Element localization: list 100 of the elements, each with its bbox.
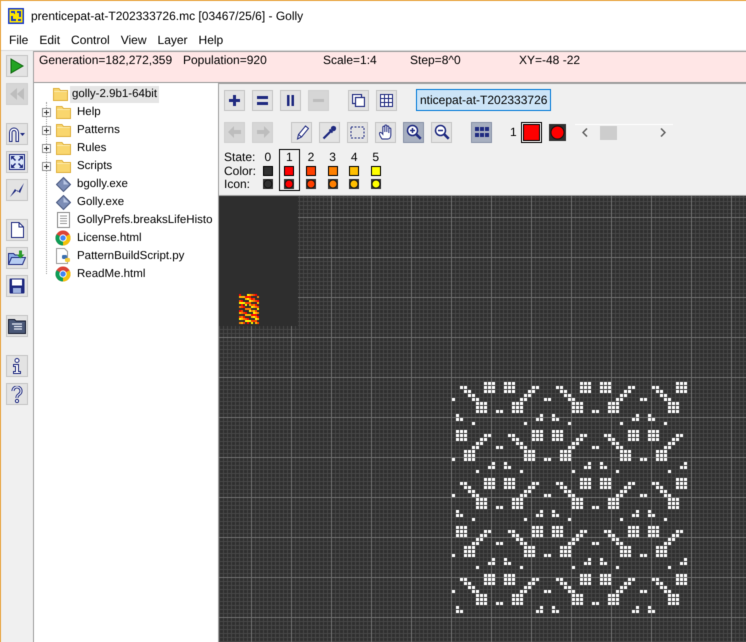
- files-button[interactable]: [6, 315, 28, 337]
- clone-layer-button[interactable]: [252, 90, 273, 110]
- pencil-icon: [294, 124, 308, 140]
- equals-icon: [256, 94, 269, 106]
- arch-dropdown-icon: [8, 126, 26, 142]
- tree-item[interactable]: Rules: [75, 140, 108, 156]
- menu-item[interactable]: Layer: [152, 31, 193, 49]
- duplicate-layer-button[interactable]: [280, 90, 301, 110]
- algorithm-button[interactable]: [6, 123, 28, 145]
- current-state-icon[interactable]: [548, 124, 566, 140]
- tree-item[interactable]: Patterns: [75, 122, 122, 138]
- open-button[interactable]: [6, 247, 28, 269]
- help-icon: [11, 386, 23, 402]
- state-column[interactable]: 3: [322, 149, 344, 191]
- state-column[interactable]: 2: [300, 149, 322, 191]
- tree-item[interactable]: Help: [75, 104, 103, 120]
- app-icon: [8, 8, 24, 24]
- menu-item[interactable]: Control: [66, 31, 115, 49]
- lightning-icon: [9, 182, 25, 198]
- folder-icon: [56, 159, 70, 173]
- help-button[interactable]: [6, 383, 28, 405]
- grid-icon: [380, 94, 393, 106]
- state-row-label: State:: [224, 151, 256, 164]
- menu-item[interactable]: View: [116, 31, 152, 49]
- plus-box-icon[interactable]: [42, 126, 51, 134]
- menu-item[interactable]: Edit: [34, 31, 66, 49]
- state-number: 1: [286, 151, 293, 164]
- tree-item[interactable]: ReadMe.html: [75, 266, 148, 282]
- speed-button[interactable]: [6, 179, 28, 201]
- document-icon: [10, 222, 24, 238]
- current-color-swatch-icon[interactable]: [520, 122, 542, 142]
- play-button[interactable]: [6, 55, 28, 77]
- status-text: XY=-48 -22: [519, 53, 580, 68]
- zoom-in-icon: [406, 124, 422, 140]
- folder-icon: [52, 87, 68, 101]
- tree-item[interactable]: PatternBuildScript.py: [75, 248, 186, 264]
- plus-box-icon[interactable]: [42, 144, 51, 152]
- text-file-icon: [56, 212, 70, 228]
- select-button[interactable]: [347, 122, 368, 142]
- folder-icon: [56, 105, 70, 119]
- draw-button[interactable]: [291, 122, 312, 142]
- tree-item[interactable]: License.html: [75, 230, 144, 246]
- hand-icon: [378, 124, 393, 140]
- expand-arrows-icon: [9, 154, 25, 170]
- status-text: Population=920: [183, 53, 267, 68]
- universe-viewport[interactable]: [219, 196, 746, 642]
- rewind-icon: [10, 88, 24, 100]
- window-title: prenticepat-at-T202333726.mc [03467/25/6] - Golly: [31, 8, 304, 24]
- browser-icon: [55, 230, 71, 246]
- tile-layers-button[interactable]: [376, 90, 397, 110]
- new-pattern-button[interactable]: [6, 219, 28, 241]
- state-number: 3: [329, 151, 336, 164]
- state-column[interactable]: 1: [278, 149, 300, 191]
- pick-button[interactable]: [319, 122, 340, 142]
- stack-layers-button[interactable]: [348, 90, 369, 110]
- zoom-in-button[interactable]: [403, 122, 424, 142]
- fit-button[interactable]: [6, 151, 28, 173]
- status-text: Scale=1:4: [323, 53, 377, 68]
- minus-icon: [312, 98, 325, 102]
- open-folder-icon: [8, 250, 26, 266]
- add-layer-button[interactable]: [224, 90, 245, 110]
- current-state-label: 1: [510, 124, 517, 141]
- plus-box-icon[interactable]: [42, 162, 51, 170]
- diamond-icon: [56, 176, 70, 192]
- state-number: 4: [350, 151, 358, 164]
- script-file-icon: [56, 248, 70, 264]
- all-states-button[interactable]: [471, 122, 492, 142]
- info-icon: [12, 358, 22, 374]
- diamond-icon: [56, 194, 70, 210]
- move-button[interactable]: [375, 122, 396, 142]
- tree-item[interactable]: bgolly.exe: [75, 176, 130, 192]
- double-bar-icon: [286, 94, 295, 106]
- scrollbar-thumb[interactable]: [600, 126, 617, 140]
- menu-item[interactable]: Help: [194, 31, 228, 49]
- layer-tab[interactable]: nticepat-at-T202333726: [416, 89, 552, 111]
- eyedropper-icon: [322, 124, 337, 140]
- plus-box-icon[interactable]: [42, 108, 51, 116]
- state-row-label: Color:: [224, 164, 257, 178]
- tree-item[interactable]: golly-2.9b1-64bit: [70, 86, 160, 102]
- folder-list-icon: [8, 318, 26, 334]
- save-button[interactable]: [6, 275, 28, 297]
- state-number: 2: [308, 151, 314, 164]
- zoom-out-button[interactable]: [431, 122, 452, 142]
- state-column[interactable]: 4: [343, 149, 365, 191]
- chevron-left-icon: [582, 128, 588, 137]
- dashed-rectangle-icon: [350, 126, 365, 138]
- info-button[interactable]: [6, 355, 28, 377]
- status-text: Step=8^0: [410, 53, 461, 68]
- zoom-out-icon: [434, 124, 450, 140]
- colored-cells-drawing: [239, 294, 259, 324]
- state-column[interactable]: 5: [364, 149, 387, 191]
- menu-item[interactable]: File: [4, 31, 34, 49]
- state-column[interactable]: 0: [257, 149, 279, 191]
- tree-item[interactable]: Scripts: [75, 158, 114, 174]
- left-arrow-icon: [228, 126, 242, 138]
- tree-item[interactable]: GollyPrefs.breaksLifeHisto: [75, 212, 214, 228]
- tree-item[interactable]: Golly.exe: [75, 194, 126, 210]
- state-row-label: Icon:: [224, 178, 252, 192]
- right-arrow-icon: [256, 126, 270, 138]
- state-number: 0: [264, 151, 272, 164]
